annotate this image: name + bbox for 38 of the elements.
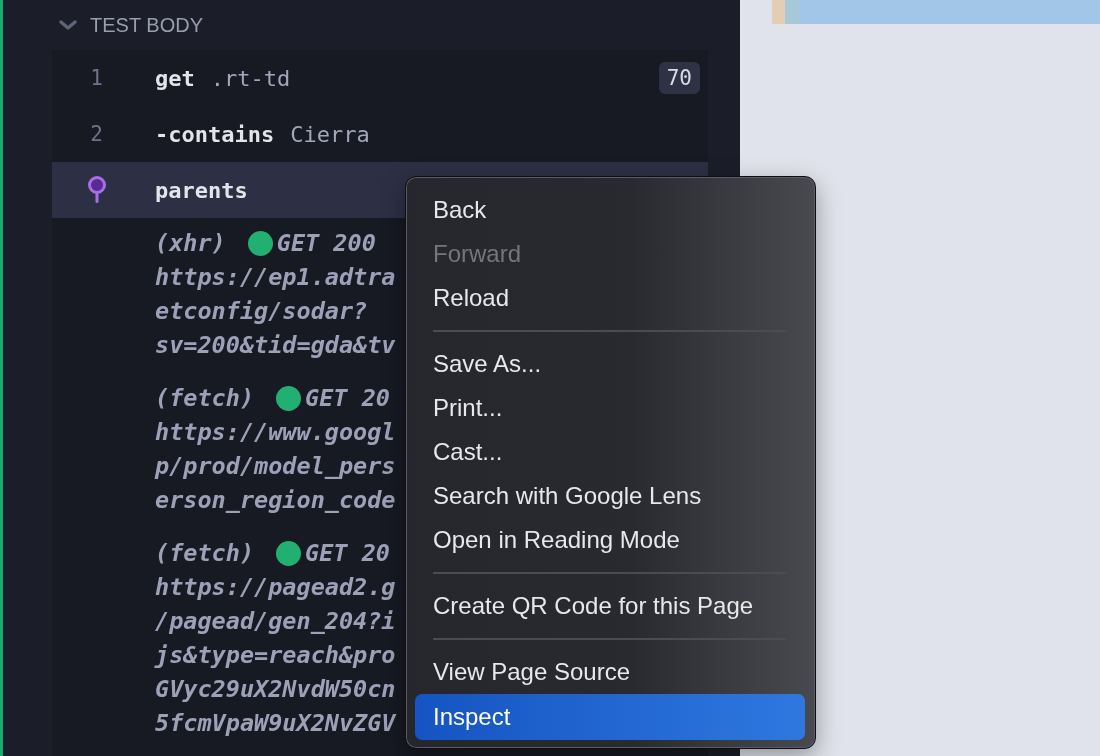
menu-item[interactable]: Create QR Code for this Page [415, 584, 805, 628]
menu-item[interactable]: Search with Google Lens [415, 474, 805, 518]
menu-item[interactable]: Inspect [415, 694, 805, 740]
menu-item[interactable]: Print... [415, 386, 805, 430]
command-argument: Cierra [290, 121, 370, 147]
menu-item[interactable]: Reload [415, 276, 805, 320]
menu-item[interactable]: Open in Reading Mode [415, 518, 805, 562]
menu-item[interactable]: Save As... [415, 342, 805, 386]
chevron-icon[interactable] [58, 18, 78, 32]
command-name: parents [155, 177, 248, 203]
request-type: (fetch) [155, 539, 255, 567]
line-number: 2 [90, 122, 103, 146]
command-row[interactable]: 1 get .rt-td 70 [52, 50, 708, 106]
request-url: p/prod/model_pers [155, 452, 396, 480]
request-url: 5fcmVpaW9uX2NvZGV [155, 709, 396, 737]
request-type: (xhr) [155, 229, 226, 257]
request-status: GET 20 [305, 539, 390, 567]
command-name: -contains [155, 121, 275, 147]
request-status: GET 20 [305, 384, 390, 412]
request-url: sv=200&tid=gda&tv [155, 331, 396, 359]
menu-item[interactable]: Cast... [415, 430, 805, 474]
request-url: https://ep1.adtra [155, 263, 396, 291]
request-url: https://pagead2.g [155, 573, 396, 601]
menu-item[interactable]: View Page Source [415, 650, 805, 694]
request-url: erson_region_code [155, 486, 396, 514]
request-url: /pagead/gen_204?i [155, 607, 396, 635]
request-type: (fetch) [155, 384, 255, 412]
request-url: js&type=reach&pro [155, 641, 396, 669]
request-url: https://www.googl [155, 418, 396, 446]
request-url: etconfig/sodar? [155, 297, 368, 325]
section-title: TEST BODY [90, 13, 203, 37]
request-url: GVyc29uX2NvdW50cn [155, 675, 396, 703]
command-name: get [155, 65, 195, 91]
command-argument: .rt-td [210, 65, 291, 91]
line-number: 1 [90, 66, 103, 90]
request-status: GET 200 [276, 229, 376, 257]
count-badge: 70 [658, 62, 700, 94]
command-row[interactable]: 2 -contains Cierra [52, 106, 708, 162]
